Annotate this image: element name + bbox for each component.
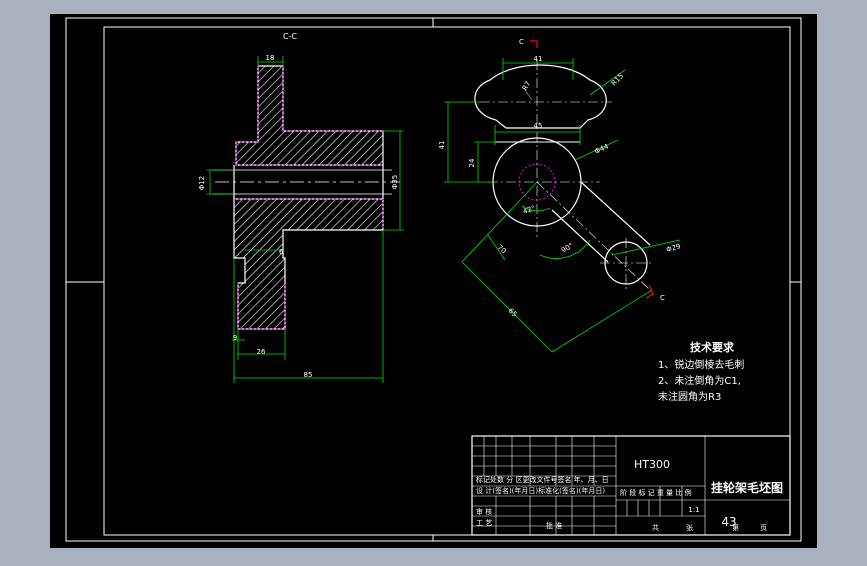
notes-line3: 未注圆角为R3	[658, 390, 721, 403]
dim-41-top: 41	[534, 55, 543, 63]
row-marks: 标记处数 分 区更改文件号签名 年、月、日	[476, 475, 609, 484]
dim-45: 45	[534, 122, 543, 130]
cad-drawing-window: C-C 18 Φ12 Φ35 6 9 26 85 C C 41 R7 R15 4…	[0, 0, 867, 562]
sheet-word-label: 页	[760, 524, 767, 532]
drawing-sheet	[50, 14, 817, 548]
row-check: 审 核	[476, 507, 492, 516]
dim-6: 6	[279, 248, 284, 256]
dim-85: 85	[304, 371, 313, 379]
row-design: 设 计(签名)(年月日)标准化(签名)(年月日)	[476, 486, 605, 495]
drawing-name: 挂轮架毛坯图	[711, 480, 783, 495]
notes-title: 技术要求	[690, 340, 735, 354]
row-approve: 批 准	[546, 521, 562, 530]
dim-9: 9	[233, 334, 237, 342]
section-label: C-C	[283, 32, 297, 41]
dim-26: 26	[257, 348, 266, 356]
cut-marker-top: C	[519, 38, 524, 46]
row-process: 工 艺	[476, 519, 492, 527]
dim-18: 18	[266, 54, 275, 62]
scale-value: 1:1	[688, 506, 699, 514]
dim-41-left: 41	[438, 141, 446, 150]
stage-headers: 阶 段 标 记 重 量 比 例	[620, 488, 692, 497]
dim-24: 24	[468, 158, 476, 167]
dim-d12: Φ12	[198, 176, 206, 190]
sheets-label: 张	[686, 523, 693, 532]
drawing-canvas: C-C 18 Φ12 Φ35 6 9 26 85 C C 41 R7 R15 4…	[50, 14, 817, 548]
total-label: 共	[652, 523, 659, 532]
page-label: 第	[732, 523, 739, 532]
notes-line1: 1、锐边倒棱去毛刺	[658, 358, 744, 371]
material-label: HT300	[634, 458, 670, 471]
dim-d35: Φ35	[391, 175, 399, 189]
notes-line2: 2、未注倒角为C1,	[658, 374, 741, 387]
cut-marker-bottom: C	[660, 294, 665, 302]
